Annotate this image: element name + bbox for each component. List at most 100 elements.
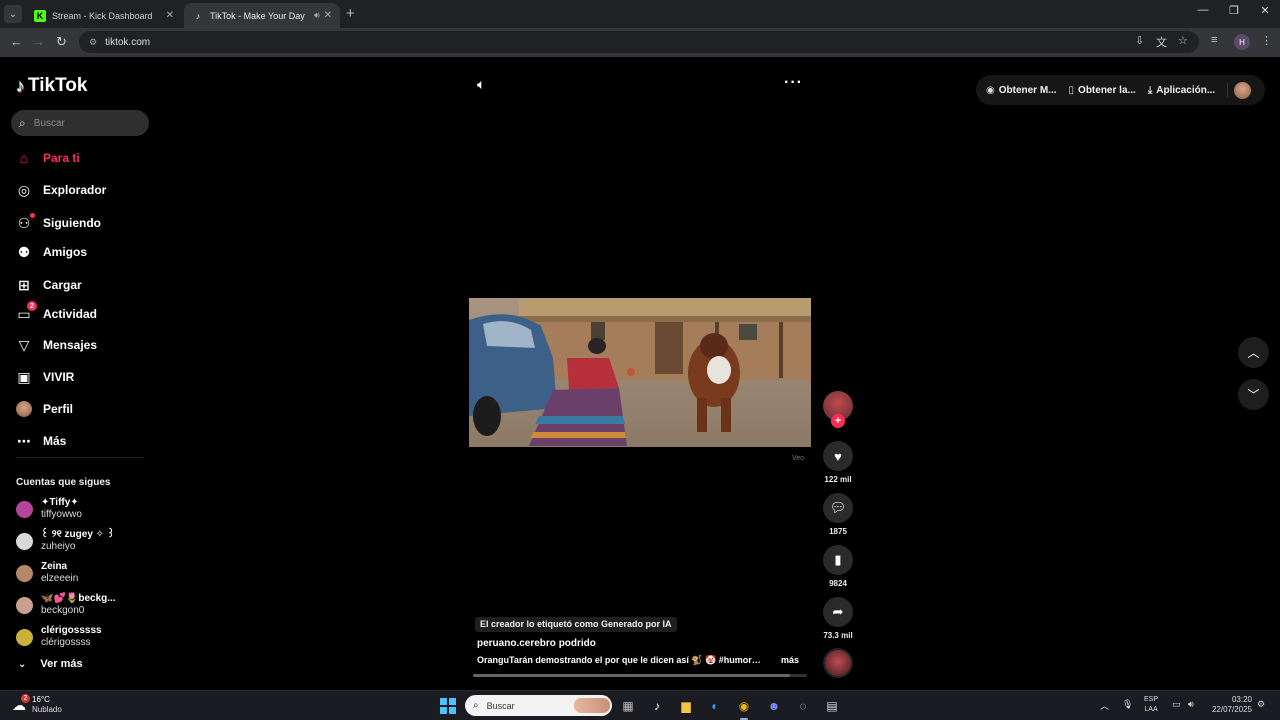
following-title: Cuentas que sigues [16,477,111,488]
get-coins-button[interactable]: ◉ Obtener M... [986,85,1057,96]
next-video-chevron-down-icon[interactable]: ﹀ [1238,379,1269,410]
nav-siguiendo[interactable]: ⚇ Siguiendo [16,212,101,234]
nav-explorador[interactable]: ◎ Explorador [16,179,106,201]
tiktok-logo[interactable]: ♪ TikTok [16,75,87,97]
account-avatar [16,532,33,550]
music-disc-icon[interactable] [823,648,853,678]
nav-label: Amigos [43,245,88,259]
upload-icon: ⊞ [18,276,30,293]
video-progress-bar[interactable] [473,674,807,677]
cloud-icon: ☁ 2 [12,693,30,714]
address-bar[interactable]: ⚙ tiktok.com [79,31,1199,53]
windows-taskbar: ☁ 2 16°C Nublado ⌕ Buscar ▦ ♪ ▆ ◐ ◉ ☻ ◌ ▤… [0,690,1280,720]
media-controls-icon[interactable]: ≡ [1211,34,1217,46]
heart-icon[interactable]: ♥ [823,441,853,471]
terminal-app-icon[interactable]: ▤ [822,696,842,716]
taskbar-search[interactable]: ⌕ Buscar [465,695,612,716]
previous-video-chevron-up-icon[interactable]: ︿ [1238,337,1269,368]
activity-icon: ▭ 2 [16,301,37,322]
nav-amigos[interactable]: ⚉ Amigos [16,241,87,263]
close-window-icon[interactable]: ✕ [1250,4,1280,17]
tab-close-icon[interactable]: ✕ [166,10,174,21]
search-box[interactable]: ⌕ [11,110,149,136]
nav-cargar[interactable]: ⊞ Cargar [16,274,82,296]
button-label: Aplicación... [1156,84,1216,96]
minimize-icon[interactable]: — [1188,4,1218,16]
nav-actividad[interactable]: ▭ 2 Actividad [16,301,98,325]
site-info-icon[interactable]: ⚙ [89,37,97,48]
language-indicator[interactable]: ESP LAA [1144,695,1158,715]
nav-vivir[interactable]: ▣ VIVIR [16,366,74,388]
get-app-button[interactable]: ▯ Obtener la... [1069,85,1136,96]
forward-arrow-icon[interactable]: → [32,34,45,49]
account-name: ꒰ ୨୧ zugey ✧ ꒱ [41,529,115,540]
following-account[interactable]: clérigosssss clérigossss [16,624,102,650]
bookmark-star-icon[interactable]: ☆ [1178,34,1188,47]
nav-label: Actividad [43,307,98,321]
account-name: ✦Tiffy✦ [41,497,79,508]
tab-kick-dashboard[interactable]: K Stream - Kick Dashboard ✕ [26,3,182,28]
home-icon: ⌂ [19,150,29,166]
account-avatar [16,564,33,582]
nav-label: VIVIR [43,370,75,384]
browser-toolbar: ← → ↻ ⚙ tiktok.com ⇩ 文 ☆ ≡ H ⋮ [0,28,1280,57]
install-app-icon[interactable]: ⇩ [1135,34,1144,47]
following-account[interactable]: Zeina elzeeein [16,560,78,586]
new-tab-plus-icon[interactable]: + [346,5,355,22]
taskbar-search-placeholder: Buscar [486,700,515,711]
desktop-app-button[interactable]: ⤓ Aplicación... [1148,85,1215,96]
tiktok-app-icon[interactable]: ♪ [647,696,667,716]
ai-generated-label[interactable]: El creador lo etiquetó como Generado por… [475,617,677,632]
network-icon[interactable]: ▭ [1172,699,1181,710]
share-icon[interactable]: ➦ [823,597,853,627]
discord-icon[interactable]: ☻ [764,696,784,716]
following-account[interactable]: ✦Tiffy✦ tiffyowwo [16,496,82,522]
kick-favicon-icon: K [34,9,46,22]
account-handle: zuheiyo [41,541,76,552]
obs-icon[interactable]: ◌ [793,696,813,716]
video-author[interactable]: peruano.cerebro podrido [477,638,596,649]
comment-icon[interactable]: 💬︎ [823,493,853,523]
search-input[interactable] [33,117,134,129]
progress-fill [473,674,791,677]
nav-perfil[interactable]: Perfil [16,398,73,420]
microphone-icon[interactable]: 🎙︎ [1122,699,1133,710]
browser-menu-icon[interactable]: ⋮ [1261,34,1272,47]
tray-overflow-chevron-icon[interactable]: ︿ [1100,699,1109,712]
weather-temp: 16°C [32,695,50,704]
nav-mas[interactable]: ⋯ Más [16,430,66,452]
volume-icon[interactable]: 🔈︎ [477,76,485,93]
edge-icon[interactable]: ◐ [705,696,725,716]
notifications-bell-icon[interactable]: ⚙ [1257,699,1265,710]
system-clock[interactable]: 03:20 22/07/2025 [1206,695,1252,715]
comment-action: 💬︎ 1875 [818,493,858,536]
video-player[interactable] [469,298,811,447]
nav-para-ti[interactable]: ⌂ Para ti [16,147,80,169]
tab-search-chevron-icon[interactable]: ⌄ [4,5,22,23]
file-explorer-icon[interactable]: ▆ [676,696,696,716]
browser-profile-avatar[interactable]: H [1234,34,1250,50]
speaker-icon[interactable]: 🔊︎ [1188,699,1194,710]
translate-icon[interactable]: 文 [1156,34,1167,50]
user-avatar[interactable] [1234,82,1251,99]
tab-tiktok[interactable]: ♪ TikTok - Make Your Day 🔊︎ ✕ [184,3,340,28]
reload-icon[interactable]: ↻ [56,34,67,50]
windows-start-icon[interactable] [440,698,456,714]
restore-icon[interactable]: ❐ [1219,4,1249,17]
following-account[interactable]: ꒰ ୨୧ zugey ✧ ꒱ zuheiyo [16,528,115,554]
tab-close-icon[interactable]: ✕ [324,10,332,21]
caption-more-button[interactable]: más [781,655,799,666]
see-more-button[interactable]: ⌄ Ver más [16,658,83,670]
following-account[interactable]: 🦋💕🌷beckg... beckgon0 [16,592,116,618]
bookmark-icon[interactable]: ▮ [823,545,853,575]
follow-plus-icon[interactable]: + [831,414,845,428]
weather-widget[interactable]: ☁ 2 16°C Nublado [12,693,62,715]
more-dots-icon: ⋯ [17,432,31,449]
phone-icon: ▯ [1068,84,1075,96]
tab-audio-icon[interactable]: 🔊︎ [314,10,320,21]
chrome-icon[interactable]: ◉ [734,696,754,720]
nav-mensajes[interactable]: ▽ Mensajes [16,334,97,356]
task-view-icon[interactable]: ▦ [618,696,638,716]
more-options-icon[interactable]: ··· [784,74,803,92]
back-arrow-icon[interactable]: ← [10,34,23,49]
